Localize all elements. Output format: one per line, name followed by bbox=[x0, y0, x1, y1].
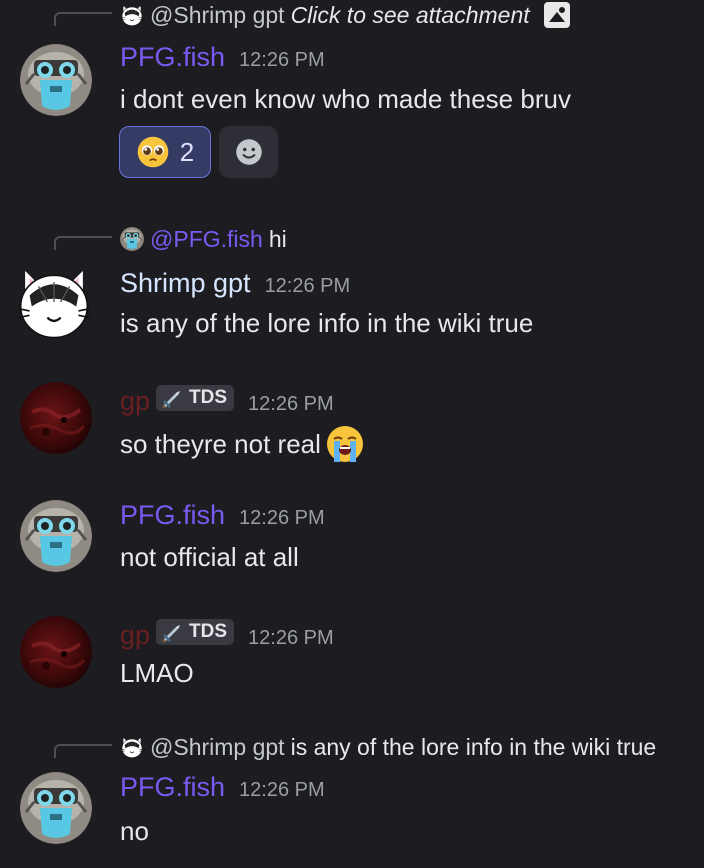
red-planet-avatar bbox=[20, 616, 92, 688]
sword-icon bbox=[161, 622, 185, 642]
avatar[interactable] bbox=[20, 772, 92, 844]
username[interactable]: gp bbox=[120, 386, 150, 417]
reply-text[interactable]: Click to see attachment bbox=[291, 2, 530, 29]
reply-username[interactable]: @Shrimp gpt bbox=[150, 734, 285, 761]
fish-mask-avatar bbox=[20, 500, 92, 572]
red-planet-avatar bbox=[20, 382, 92, 454]
avatar[interactable] bbox=[20, 616, 92, 688]
message-header: Shrimp gpt 12:26 PM bbox=[120, 268, 350, 299]
reply-spine bbox=[54, 236, 112, 250]
reply-username[interactable]: @Shrimp gpt bbox=[150, 2, 285, 29]
fish-mask-avatar bbox=[20, 772, 92, 844]
server-tag-label: TDS bbox=[189, 621, 228, 642]
server-tag-label: TDS bbox=[189, 387, 228, 408]
message-text: LMAO bbox=[120, 658, 194, 688]
cat-avatar-icon bbox=[120, 3, 144, 27]
reaction-count: 2 bbox=[179, 136, 195, 167]
message-text: no bbox=[120, 816, 149, 846]
reply-preview[interactable]: @Shrimp gpt is any of the lore info in t… bbox=[120, 732, 656, 762]
username[interactable]: PFG.fish bbox=[120, 772, 225, 803]
timestamp: 12:26 PM bbox=[248, 627, 334, 649]
sword-icon bbox=[161, 388, 185, 408]
message-text: so theyre not real bbox=[120, 424, 365, 464]
server-tag[interactable]: TDS bbox=[156, 385, 235, 411]
loudly-crying-face-emoji bbox=[325, 424, 365, 464]
reply-text[interactable]: hi bbox=[269, 226, 287, 253]
avatar[interactable] bbox=[20, 44, 92, 116]
avatar[interactable] bbox=[14, 262, 94, 342]
message-header: PFG.fish 12:26 PM bbox=[120, 42, 325, 73]
reply-text[interactable]: is any of the lore info in the wiki true bbox=[291, 734, 657, 761]
reply-username[interactable]: @PFG.fish bbox=[150, 226, 263, 253]
message-header: PFG.fish 12:26 PM bbox=[120, 500, 325, 531]
add-reaction-button[interactable] bbox=[219, 126, 278, 178]
fish-mask-avatar-small bbox=[120, 227, 144, 251]
message-header: PFG.fish 12:26 PM bbox=[120, 772, 325, 803]
message-text: not official at all bbox=[120, 542, 299, 572]
message-text-content: so theyre not real bbox=[120, 428, 321, 459]
message-text: is any of the lore info in the wiki true bbox=[120, 308, 534, 338]
timestamp: 12:26 PM bbox=[239, 507, 325, 529]
avatar[interactable] bbox=[20, 500, 92, 572]
message-header: gp TDS 12:26 PM bbox=[120, 619, 334, 651]
username[interactable]: PFG.fish bbox=[120, 500, 225, 531]
fish-mask-avatar bbox=[20, 44, 92, 116]
username[interactable]: PFG.fish bbox=[120, 42, 225, 73]
timestamp: 12:26 PM bbox=[248, 393, 334, 415]
reaction-pleading-face[interactable]: 2 bbox=[119, 126, 211, 178]
smile-add-reaction-icon bbox=[232, 135, 266, 169]
reply-spine bbox=[54, 744, 112, 758]
reply-preview[interactable]: @Shrimp gpt Click to see attachment bbox=[120, 0, 570, 30]
timestamp: 12:26 PM bbox=[239, 49, 325, 71]
reply-spine bbox=[54, 12, 112, 26]
message-text: i dont even know who made these bruv bbox=[120, 84, 571, 114]
reply-preview[interactable]: @PFG.fish hi bbox=[120, 224, 287, 254]
image-icon bbox=[543, 2, 570, 28]
pleading-face-emoji bbox=[136, 135, 170, 169]
username[interactable]: gp bbox=[120, 620, 150, 651]
username[interactable]: Shrimp gpt bbox=[120, 268, 251, 299]
timestamp: 12:26 PM bbox=[239, 779, 325, 801]
cat-avatar-icon bbox=[120, 735, 144, 759]
timestamp: 12:26 PM bbox=[264, 275, 351, 297]
message-header: gp TDS 12:26 PM bbox=[120, 385, 334, 417]
cat-avatar bbox=[14, 262, 94, 342]
avatar[interactable] bbox=[20, 382, 92, 454]
server-tag[interactable]: TDS bbox=[156, 619, 235, 645]
